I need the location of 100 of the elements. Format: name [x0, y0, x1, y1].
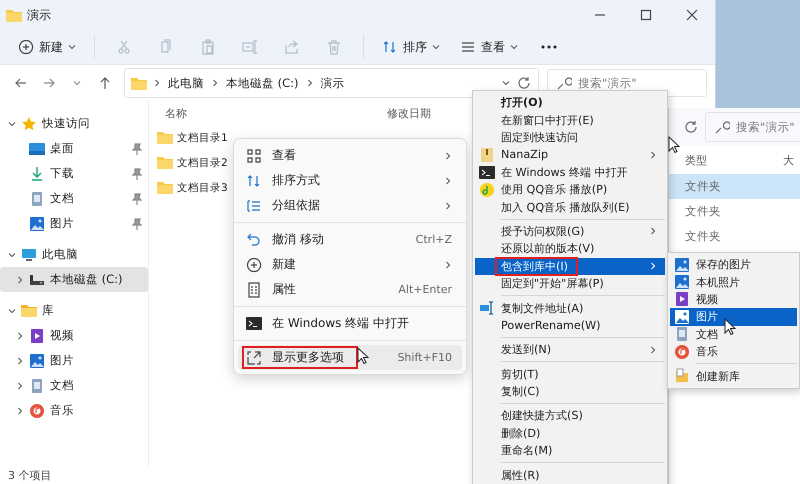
- sort-button[interactable]: 排序: [374, 33, 448, 61]
- menu-item[interactable]: 在 Windows 终端 中打开: [475, 164, 665, 181]
- expand-chevron-icon: [16, 382, 24, 390]
- column-header[interactable]: 类型: [685, 152, 783, 168]
- menu-item[interactable]: 发送到(N): [475, 341, 665, 358]
- menu-item[interactable]: 复制(C): [475, 382, 665, 400]
- music-note-icon: [479, 182, 495, 198]
- menu-item[interactable]: 固定到"开始"屏幕(P): [475, 274, 665, 292]
- desktop-icon: [29, 142, 45, 154]
- sidebar-item[interactable]: 此电脑: [0, 242, 148, 267]
- menu-item[interactable]: 加入 QQ音乐 播放队列(E): [475, 198, 665, 216]
- folder-name[interactable]: 文档目录3: [177, 180, 228, 194]
- properties-icon: [246, 282, 262, 298]
- menu-item[interactable]: 还原以前的版本(V): [475, 240, 665, 258]
- column-header[interactable]: 名称: [165, 106, 387, 120]
- search-field[interactable]: 搜索"演示": [705, 112, 800, 142]
- caret-icon: [68, 43, 76, 51]
- expand-chevron-icon: [16, 406, 24, 414]
- column-header[interactable]: 大: [783, 152, 797, 168]
- breadcrumb[interactable]: 本地磁盘 (C:): [225, 76, 300, 90]
- shortcut-hint: Ctrl+Z: [416, 233, 452, 246]
- breadcrumb-separator-icon: [306, 79, 314, 87]
- menu-item[interactable]: 重命名(M): [475, 442, 665, 460]
- grid-icon: [246, 148, 262, 164]
- picture-icon: [674, 256, 690, 273]
- breadcrumb-separator-icon: [211, 79, 219, 87]
- menu-item[interactable]: 包含到库中(I): [475, 258, 665, 275]
- menu-item[interactable]: 显示更多选项 Shift+F10: [238, 345, 462, 370]
- star-icon: [21, 116, 37, 132]
- sort-icon: [246, 172, 262, 188]
- new-button[interactable]: 新建: [10, 33, 84, 61]
- sidebar-item[interactable]: 下载: [0, 161, 148, 186]
- picture-icon: [674, 274, 690, 290]
- breadcrumb[interactable]: 此电脑: [167, 76, 205, 90]
- pin-icon: [132, 168, 142, 180]
- sidebar-item[interactable]: 图片: [0, 348, 148, 373]
- menu-item[interactable]: 音乐: [670, 342, 797, 360]
- menu-item[interactable]: PowerRename(W): [475, 316, 665, 334]
- search-icon: [714, 119, 730, 135]
- sidebar-item[interactable]: 桌面: [0, 136, 148, 161]
- menu-item[interactable]: 分组依据: [238, 193, 462, 218]
- menu-item[interactable]: 授予访问权限(G): [475, 222, 665, 240]
- folder-name[interactable]: 文档目录2: [177, 156, 228, 170]
- shortcut-hint: Shift+F10: [397, 351, 452, 364]
- pin-icon: [132, 142, 142, 154]
- sidebar-item[interactable]: 快速访问: [0, 111, 148, 136]
- menu-item[interactable]: 撤消 移动 Ctrl+Z: [238, 227, 462, 252]
- close-icon: [684, 7, 700, 23]
- expand-chevron-icon: [8, 306, 16, 314]
- pin-icon: [132, 192, 142, 204]
- breadcrumb[interactable]: 演示: [320, 76, 346, 90]
- menu-item[interactable]: 文档: [670, 326, 797, 343]
- sort-icon: [382, 39, 398, 55]
- sidebar-item[interactable]: 视频: [0, 323, 148, 348]
- music-icon: [29, 402, 45, 418]
- library-folder-icon: [21, 304, 37, 317]
- share-icon: [284, 39, 300, 55]
- more-icon: [541, 45, 557, 49]
- menu-item[interactable]: NanaZip: [475, 146, 665, 164]
- menu-item[interactable]: 在 Windows 终端 中打开: [238, 311, 462, 336]
- sidebar-item[interactable]: 库: [0, 298, 148, 323]
- menu-item[interactable]: 视频: [670, 290, 797, 308]
- menu-item[interactable]: 创建快捷方式(S): [475, 407, 665, 425]
- folder-icon: [157, 156, 173, 169]
- sidebar-item[interactable]: 音乐: [0, 398, 148, 423]
- caret-icon: [432, 43, 440, 51]
- expand-chevron-icon: [16, 276, 24, 284]
- document-icon: [29, 190, 45, 206]
- menu-item[interactable]: 排序方式: [238, 168, 462, 193]
- sidebar-item[interactable]: 文档: [0, 186, 148, 211]
- file-type-cell: 文件夹: [669, 174, 800, 199]
- trash-icon: [326, 39, 342, 55]
- menu-item[interactable]: 本机照片: [670, 273, 797, 291]
- video-icon: [29, 328, 45, 344]
- chevron-down-icon: [502, 79, 510, 87]
- file-type-cell-text: 文件夹: [684, 228, 722, 245]
- menu-item[interactable]: 固定到快速访问: [475, 128, 665, 146]
- menu-item[interactable]: 复制文件地址(A): [475, 299, 665, 317]
- folder-name[interactable]: 文档目录1: [177, 130, 228, 144]
- sidebar-item[interactable]: 图片: [0, 211, 148, 236]
- minimize-icon: [595, 14, 605, 16]
- menu-item[interactable]: 使用 QQ音乐 播放(P): [475, 180, 665, 198]
- menu-item[interactable]: 新建: [238, 252, 462, 277]
- menu-item[interactable]: 属性 Alt+Enter: [238, 277, 462, 302]
- menu-item[interactable]: 图片: [670, 308, 797, 326]
- menu-item[interactable]: 创建新库: [670, 367, 797, 385]
- sidebar-item[interactable]: 文档: [0, 373, 148, 398]
- menu-item[interactable]: 删除(D): [475, 424, 665, 442]
- menu-item[interactable]: 在新窗口中打开(E): [475, 111, 665, 129]
- pin-icon: [132, 218, 142, 230]
- search-icon: [556, 75, 572, 91]
- view-button[interactable]: 查看: [452, 33, 526, 61]
- menu-item[interactable]: 查看: [238, 143, 462, 168]
- sidebar-item[interactable]: 本地磁盘 (C:): [0, 267, 148, 292]
- document-icon: [29, 378, 45, 394]
- menu-item[interactable]: 属性(R): [475, 466, 665, 484]
- download-icon: [29, 166, 45, 182]
- refresh-icon: [683, 119, 699, 135]
- menu-item[interactable]: 剪切(T): [475, 365, 665, 383]
- menu-item[interactable]: 保存的图片: [670, 256, 797, 274]
